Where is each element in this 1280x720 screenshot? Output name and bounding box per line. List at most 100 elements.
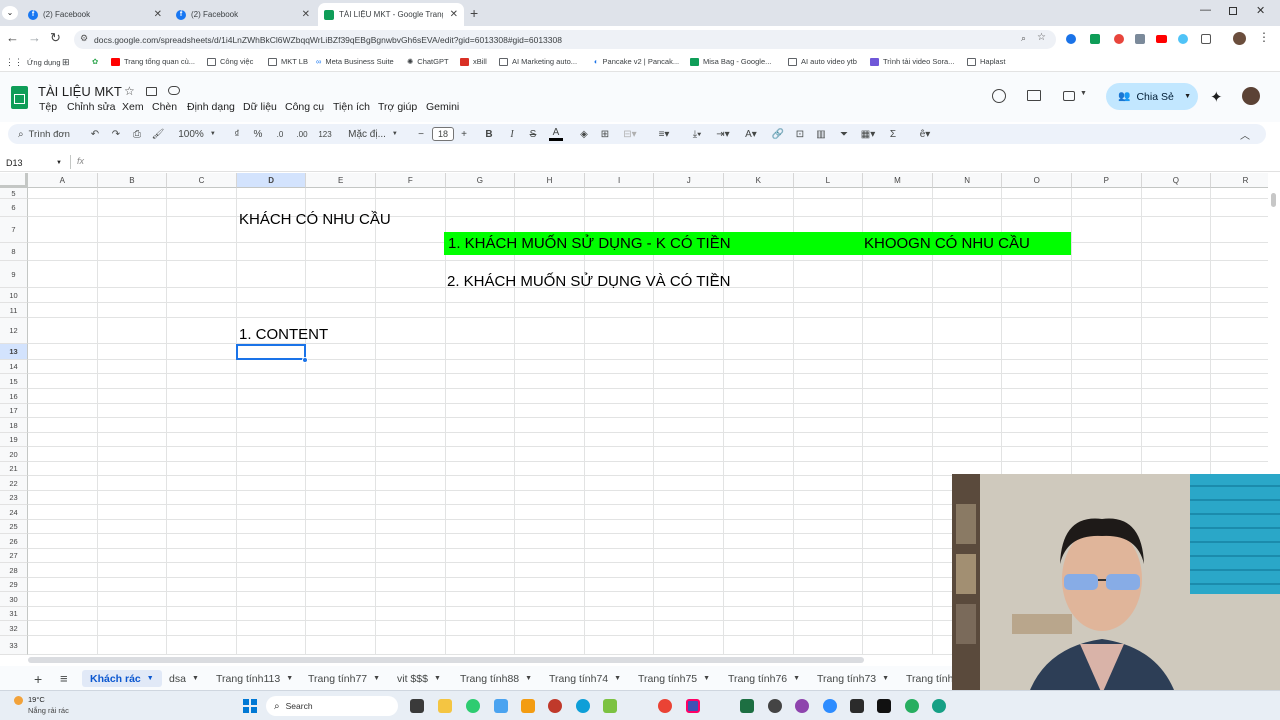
column-header-e[interactable]: E	[306, 173, 376, 188]
menu-search[interactable]: ⌕ Trình đơn	[18, 127, 88, 141]
file-explorer-icon[interactable]	[438, 699, 452, 713]
column-header-h[interactable]: H	[515, 173, 585, 188]
youtube-icon[interactable]	[1156, 35, 1167, 43]
font-size-increase-icon[interactable]: +	[459, 127, 469, 141]
share-dropdown-icon[interactable]: ▼	[1184, 93, 1191, 100]
formula-input[interactable]	[96, 155, 1266, 169]
font-size-decrease-icon[interactable]: −	[416, 127, 426, 141]
increase-decimal-button[interactable]: .00	[294, 127, 310, 141]
sheet-tab[interactable]: Trang tính	[906, 670, 952, 687]
star-icon[interactable]: ☆	[1037, 32, 1046, 43]
bold-button[interactable]: B	[483, 127, 495, 141]
horizontal-scrollbar[interactable]	[28, 657, 864, 663]
strikethrough-button[interactable]: S	[527, 127, 539, 141]
row-header-5[interactable]: 5	[0, 188, 28, 199]
sheet-tab[interactable]: Trang tính76 ▼	[728, 670, 800, 687]
cell-d12[interactable]: 1. CONTENT	[239, 326, 328, 343]
extension-icon[interactable]	[1066, 34, 1076, 44]
browser-tab-facebook-1[interactable]: f (2) Facebook ✕	[22, 3, 168, 26]
row-header-23[interactable]: 23	[0, 491, 28, 505]
row-header-16[interactable]: 16	[0, 389, 28, 404]
selected-cell-d13[interactable]	[236, 344, 306, 360]
insert-chart-icon[interactable]: ▥	[814, 127, 828, 141]
percent-button[interactable]: %	[252, 127, 264, 141]
extension-icon[interactable]	[1114, 34, 1124, 44]
menu-file[interactable]: Tệp	[39, 101, 57, 113]
tab-search-icon[interactable]: ⌄	[2, 6, 18, 20]
app-icon[interactable]	[932, 699, 946, 713]
sheet-tab[interactable]: Trang tính113 ▼	[216, 670, 293, 687]
close-tab-icon[interactable]: ✕	[154, 9, 162, 20]
extension-icon[interactable]	[1178, 34, 1188, 44]
input-tools-icon[interactable]: ê▾	[914, 127, 936, 141]
row-header-25[interactable]: 25	[0, 520, 28, 534]
taskbar-search[interactable]: ⌕ Search	[266, 696, 398, 716]
row-header-13[interactable]: 13	[0, 344, 28, 360]
filter-icon[interactable]: ⏷	[837, 127, 851, 141]
borders-icon[interactable]: ⊞	[598, 127, 612, 141]
minimize-icon[interactable]: —	[1200, 4, 1211, 16]
italic-button[interactable]: I	[506, 127, 518, 141]
fill-handle[interactable]	[302, 357, 308, 363]
menu-insert[interactable]: Chèn	[152, 101, 177, 113]
row-header-24[interactable]: 24	[0, 505, 28, 520]
column-header-k[interactable]: K	[724, 173, 794, 188]
app-icon[interactable]	[768, 699, 782, 713]
column-header-c[interactable]: C	[167, 173, 237, 188]
menu-tools[interactable]: Công cụ	[285, 101, 324, 113]
close-tab-icon[interactable]: ✕	[302, 9, 310, 20]
row-header-21[interactable]: 21	[0, 462, 28, 476]
menu-edit[interactable]: Chỉnh sửa	[67, 101, 115, 113]
column-header-m[interactable]: M	[863, 173, 933, 188]
app-icon[interactable]	[823, 699, 837, 713]
account-avatar[interactable]	[1242, 87, 1260, 105]
bookmark-item[interactable]: Trang tổng quan cù...	[111, 57, 195, 66]
collapse-toolbar-icon[interactable]: ︿	[1238, 127, 1252, 142]
app-icon[interactable]	[521, 699, 535, 713]
close-tab-icon[interactable]: ✕	[450, 9, 458, 20]
bookmark-folder[interactable]: MKT LB	[268, 57, 308, 66]
column-header-q[interactable]: Q	[1141, 173, 1212, 188]
app-icon[interactable]	[466, 699, 480, 713]
sheets-logo-icon[interactable]	[11, 86, 28, 109]
app-icon[interactable]	[603, 699, 617, 713]
back-icon[interactable]: ←	[6, 30, 19, 45]
horizontal-align-icon[interactable]: ≡▾	[653, 127, 675, 141]
bookmark-item[interactable]: ◐ Pancake v2 | Pancak...	[594, 57, 679, 66]
app-icon[interactable]	[877, 699, 891, 713]
bookmark-apps[interactable]: ⋮⋮ Ứng dụng	[5, 57, 61, 68]
decrease-decimal-button[interactable]: .0	[273, 127, 287, 141]
print-icon[interactable]: ⎙	[130, 127, 144, 141]
all-sheets-icon[interactable]: ≡	[60, 670, 68, 687]
edge-icon[interactable]	[576, 699, 590, 713]
cell-g7[interactable]: 1. KHÁCH MUỐN SỬ DỤNG - K CÓ TIỀN	[448, 235, 731, 252]
filter-views-icon[interactable]: ▦▾	[857, 127, 879, 141]
extension-icon[interactable]	[1135, 34, 1145, 44]
row-header-26[interactable]: 26	[0, 534, 28, 549]
forward-icon[interactable]: →	[28, 30, 41, 45]
app-icon[interactable]	[548, 699, 562, 713]
doc-title[interactable]: TÀI LIỆU MKT	[38, 84, 122, 99]
row-header-27[interactable]: 27	[0, 549, 28, 563]
font-size-input[interactable]: 18	[432, 127, 454, 141]
row-header-29[interactable]: 29	[0, 578, 28, 592]
bookmark-item[interactable]: ∞ Meta Business Suite	[316, 57, 394, 66]
paint-format-icon[interactable]: 🖌	[151, 127, 165, 141]
browser-tab-sheets[interactable]: TÀI LIỆU MKT - Google Trang tí ✕	[318, 3, 464, 26]
bookmark-item[interactable]: Misa Bag - Google...	[690, 57, 771, 66]
menu-help[interactable]: Trợ giúp	[378, 101, 417, 113]
row-header-10[interactable]: 10	[0, 288, 28, 303]
reload-icon[interactable]: ↻	[50, 30, 61, 46]
vertical-align-icon[interactable]: ⤓▾	[686, 127, 708, 141]
cell-m7[interactable]: KHOOGN CÓ NHU CẦU	[864, 235, 1030, 252]
insert-link-icon[interactable]: 🔗	[771, 127, 785, 141]
column-header-o[interactable]: O	[1002, 173, 1072, 188]
column-header-l[interactable]: L	[793, 173, 864, 188]
column-header-b[interactable]: B	[97, 173, 168, 188]
column-header-j[interactable]: J	[654, 173, 724, 188]
bookmark-folder[interactable]: Haplast	[967, 57, 1005, 66]
share-button[interactable]: 👥 Chia Sẻ ▼	[1106, 83, 1198, 110]
version-history-icon[interactable]	[992, 89, 1006, 103]
row-header-20[interactable]: 20	[0, 447, 28, 462]
undo-icon[interactable]: ↶	[88, 127, 102, 141]
